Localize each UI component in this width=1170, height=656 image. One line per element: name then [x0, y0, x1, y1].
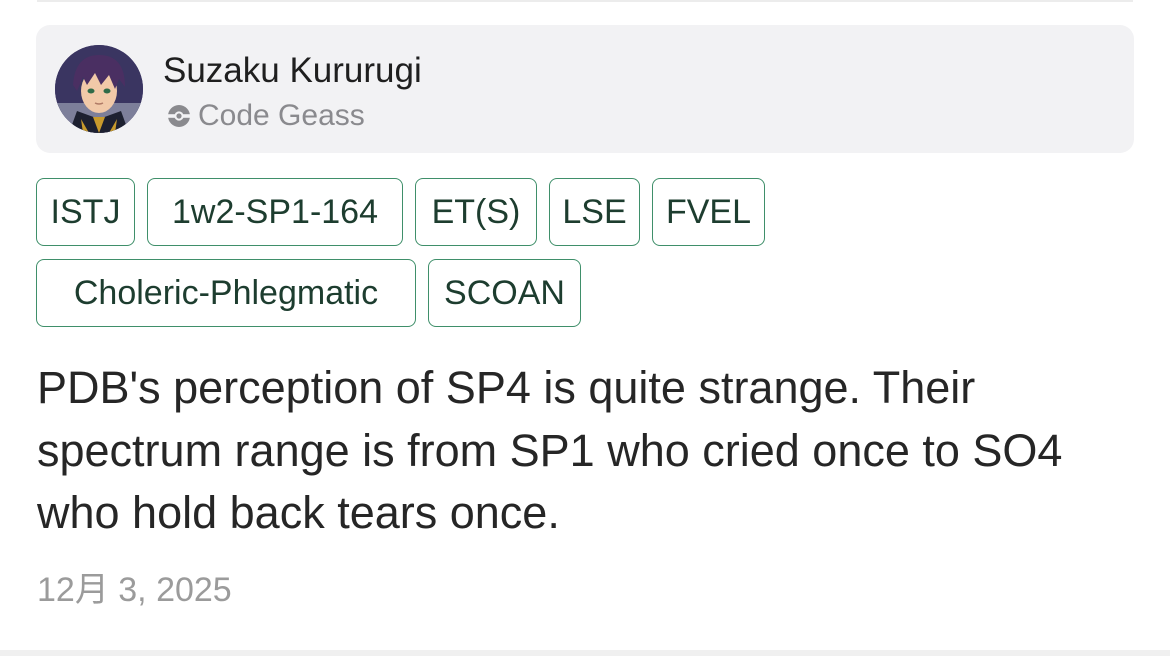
- pokeball-icon: [166, 103, 192, 129]
- source-row[interactable]: Code Geass: [166, 98, 365, 134]
- tag-big-five[interactable]: SCOAN: [428, 259, 581, 327]
- avatar[interactable]: [55, 45, 143, 133]
- profile-name[interactable]: Suzaku Kururugi: [163, 51, 422, 91]
- source-label: Code Geass: [198, 99, 365, 132]
- bottom-divider: [0, 650, 1170, 656]
- tag-et[interactable]: ET(S): [415, 178, 537, 246]
- comment-text: PDB's perception of SP4 is quite strange…: [37, 362, 1063, 538]
- tag-enneagram[interactable]: 1w2-SP1-164: [147, 178, 403, 246]
- tag-mbti[interactable]: ISTJ: [36, 178, 135, 246]
- profile-card[interactable]: Suzaku Kururugi Code Geass: [36, 25, 1134, 153]
- tag-socionics[interactable]: LSE: [549, 178, 640, 246]
- top-divider: [37, 0, 1133, 2]
- tag-attitudinal-psyche[interactable]: FVEL: [652, 178, 765, 246]
- comment-date: 12月 3, 2025: [37, 571, 232, 609]
- tag-temperament[interactable]: Choleric-Phlegmatic: [36, 259, 416, 327]
